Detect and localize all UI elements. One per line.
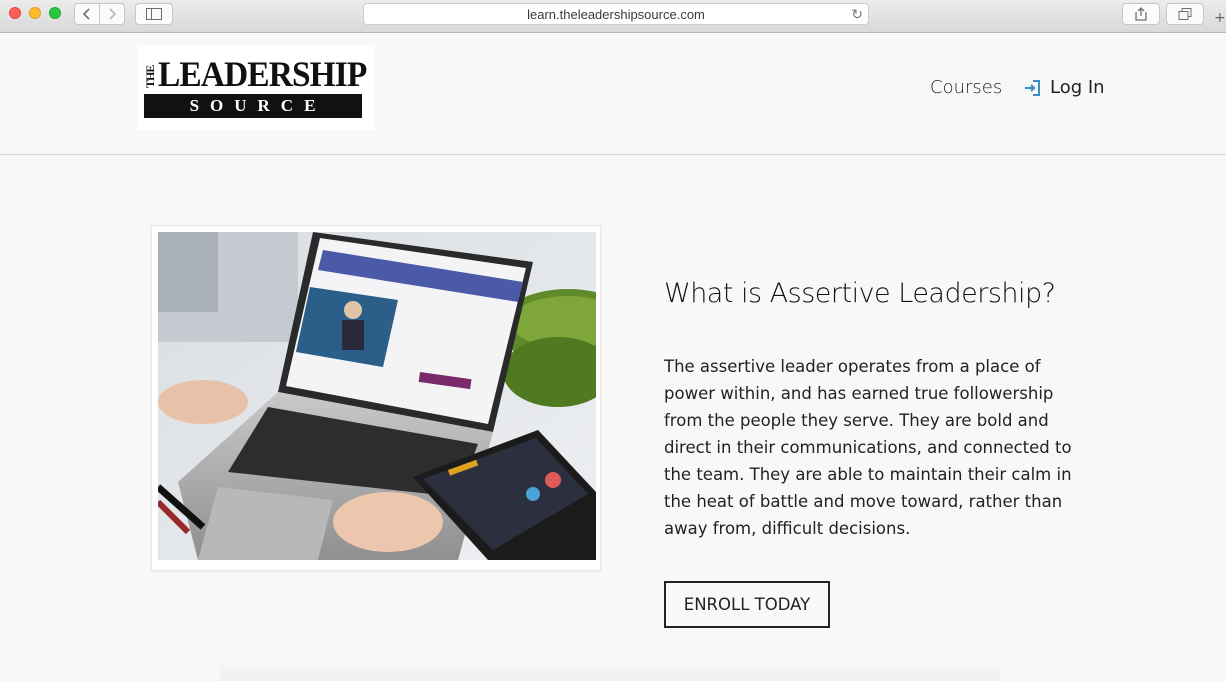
sidebar-toggle-button[interactable]	[135, 3, 173, 25]
close-window-button[interactable]	[9, 7, 21, 19]
nav-login-link[interactable]: Log In	[1024, 77, 1105, 98]
nav-courses-link[interactable]: Courses	[930, 77, 1002, 98]
site-header: THE LEADERSHIP SOURCE Courses Log In	[0, 34, 1226, 155]
url-text: learn.theleadershipsource.com	[527, 6, 705, 22]
tab-overview-button[interactable]	[1166, 3, 1204, 25]
leadership-source-logo[interactable]: THE LEADERSHIP SOURCE	[137, 45, 375, 130]
course-image-frame	[151, 225, 601, 571]
logo-main-text: LEADERSHIP	[158, 54, 367, 94]
course-description: The assertive leader operates from a pla…	[664, 357, 1072, 538]
forward-button[interactable]	[99, 3, 125, 25]
chevron-right-icon	[109, 8, 117, 20]
zoom-window-button[interactable]	[49, 7, 61, 19]
address-bar[interactable]: learn.theleadershipsource.com ↻	[363, 3, 869, 25]
login-icon	[1025, 79, 1040, 96]
enroll-today-button[interactable]: ENROLL TODAY	[664, 581, 830, 628]
reload-icon[interactable]: ↻	[851, 6, 863, 23]
share-button[interactable]	[1122, 3, 1160, 25]
sidebar-icon	[146, 8, 162, 20]
chevron-left-icon	[82, 8, 90, 20]
browser-toolbar: learn.theleadershipsource.com ↻ +	[0, 0, 1226, 33]
page-headline: What is Assertive Leadership?	[664, 278, 1056, 309]
back-button[interactable]	[74, 3, 100, 25]
login-label: Log In	[1050, 77, 1105, 98]
section-divider	[220, 660, 1000, 681]
new-tab-button[interactable]: +	[1214, 8, 1226, 28]
logo-sub-text: SOURCE	[189, 96, 327, 115]
tabs-icon	[1178, 8, 1192, 20]
course-preview-image	[158, 232, 596, 560]
share-icon	[1135, 7, 1147, 21]
minimize-window-button[interactable]	[29, 7, 41, 19]
logo-bar: SOURCE	[144, 94, 362, 118]
